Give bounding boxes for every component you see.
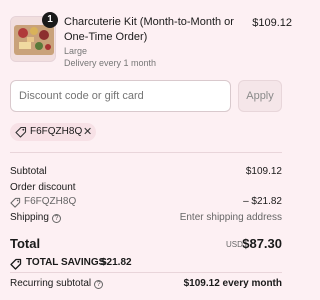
item-delivery: Delivery every 1 month	[64, 58, 157, 68]
divider	[10, 272, 282, 273]
info-icon[interactable]: ?	[51, 214, 61, 223]
cart-item: 1 Charcuterie Kit (Month-to-Month or One…	[10, 12, 292, 68]
currency-code: USD	[226, 240, 243, 249]
divider	[10, 152, 282, 153]
close-icon[interactable]: ✕	[83, 123, 92, 141]
shipping-row: Shipping? Enter shipping address	[10, 211, 282, 225]
applied-code-pill: F6FQZH8Q ✕	[10, 123, 96, 141]
shipping-value: Enter shipping address	[179, 212, 282, 223]
savings-label: TOTAL SAVINGS	[26, 257, 106, 268]
subtotal-row: Subtotal $109.12	[10, 165, 282, 179]
item-size: Large	[64, 46, 88, 56]
order-discount-row: Order discount	[10, 181, 282, 195]
subtotal-label: Subtotal	[10, 166, 47, 177]
subtotal-value: $109.12	[245, 166, 282, 177]
tag-icon	[15, 126, 27, 145]
item-title: Charcuterie Kit (Month-to-Month or One-T…	[64, 16, 234, 43]
tag-icon	[10, 197, 21, 208]
order-discount-label: Order discount	[10, 182, 76, 193]
quantity-badge: 1	[42, 12, 58, 28]
applied-code-text: F6FQZH8Q	[30, 126, 83, 137]
tag-icon	[10, 258, 22, 270]
discount-value: – $21.82	[243, 196, 282, 207]
discount-code-input[interactable]	[10, 80, 231, 112]
discount-code-row: F6FQZH8Q – $21.82	[10, 195, 282, 209]
savings-value: $21.82	[101, 257, 132, 268]
discount-code-label: F6FQZH8Q	[24, 196, 77, 207]
apply-button[interactable]: Apply	[238, 80, 282, 112]
total-label: Total	[10, 236, 41, 251]
shipping-label: Shipping	[10, 212, 49, 223]
total-value: $87.30	[242, 236, 282, 251]
item-price: $109.12	[252, 17, 292, 29]
recurring-label: Recurring subtotal	[10, 278, 92, 289]
recurring-row: Recurring subtotal? $109.12 every month	[10, 277, 282, 291]
info-icon[interactable]: ?	[94, 280, 104, 289]
recurring-value: $109.12 every month	[183, 278, 282, 289]
